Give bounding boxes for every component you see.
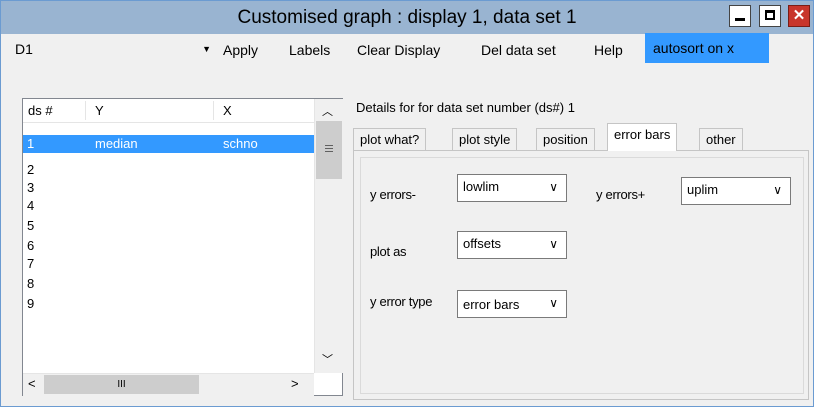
window-title: Customised graph : display 1, data set 1: [237, 7, 577, 28]
display-combo-value: D1: [15, 41, 33, 57]
horizontal-scrollbar[interactable]: < III >: [23, 373, 314, 396]
dataset-list[interactable]: ds # Y X 1 median schno 2 3 4 5 6 7 8 9 …: [22, 98, 343, 396]
scroll-down-icon[interactable]: ﹀: [322, 351, 333, 367]
display-combo[interactable]: D1 ▼: [15, 41, 211, 59]
y-errors-plus-value: uplim: [687, 182, 719, 197]
clear-display-menu[interactable]: Clear Display: [357, 41, 440, 61]
error-bars-panel: y errors- lowlim ∨ y errors+ uplim ∨ plo…: [360, 157, 804, 394]
close-icon: ✕: [792, 7, 806, 24]
y-error-type-value: error bars: [463, 297, 520, 312]
tab-other[interactable]: other: [699, 128, 743, 150]
row-y: median: [95, 136, 138, 151]
row-x: schno: [223, 136, 258, 151]
scroll-right-icon[interactable]: >: [291, 376, 299, 391]
details-group-label: Details for for data set number (ds#) 1: [356, 100, 575, 115]
column-header-ds[interactable]: ds #: [28, 103, 53, 118]
list-row-6[interactable]: 6: [23, 237, 314, 255]
list-row-3[interactable]: 3: [23, 179, 314, 197]
list-row-4[interactable]: 4: [23, 197, 314, 215]
tab-plot-style[interactable]: plot style: [452, 128, 518, 150]
row-ds: 3: [27, 180, 35, 195]
y-error-type-select[interactable]: error bars ∨: [457, 290, 567, 318]
minimize-button[interactable]: [729, 5, 751, 27]
labels-menu[interactable]: Labels: [289, 41, 330, 61]
close-button[interactable]: ✕: [788, 5, 810, 27]
list-row-5[interactable]: 5: [23, 217, 314, 235]
apply-menu[interactable]: Apply: [223, 41, 258, 61]
horizontal-scroll-thumb[interactable]: III: [44, 375, 199, 394]
chevron-down-icon: ∨: [549, 237, 558, 251]
del-data-set-menu[interactable]: Del data set: [481, 41, 556, 61]
maximize-icon: [765, 10, 775, 20]
row-ds: 4: [27, 198, 35, 213]
grip-icon: III: [117, 379, 126, 390]
plot-as-select[interactable]: offsets ∨: [457, 231, 567, 259]
column-header-x[interactable]: X: [223, 103, 232, 118]
autosort-button[interactable]: autosort on x: [645, 33, 769, 63]
chevron-down-icon: ∨: [773, 183, 782, 197]
list-row-2[interactable]: 2: [23, 161, 314, 179]
scroll-up-icon[interactable]: ︿: [322, 103, 333, 119]
row-ds: 8: [27, 276, 35, 291]
plot-as-value: offsets: [463, 236, 502, 251]
tab-error-bars[interactable]: error bars: [607, 123, 678, 151]
column-divider[interactable]: [85, 101, 86, 120]
row-ds: 2: [27, 162, 35, 177]
list-row-7[interactable]: 7: [23, 255, 314, 273]
chevron-down-icon: ∨: [549, 296, 558, 310]
row-ds: 9: [27, 296, 35, 311]
graph-window: Customised graph : display 1, data set 1…: [0, 0, 814, 407]
y-errors-minus-label: y errors-: [370, 187, 416, 202]
tab-position[interactable]: position: [536, 128, 595, 150]
list-header: ds # Y X: [23, 99, 314, 123]
chevron-down-icon: ∨: [549, 180, 558, 194]
y-errors-plus-label: y errors+: [596, 187, 645, 202]
y-errors-minus-value: lowlim: [463, 179, 500, 194]
scroll-left-icon[interactable]: <: [28, 376, 36, 391]
y-error-type-label: y error type: [370, 294, 433, 309]
row-ds: 7: [27, 256, 35, 271]
row-ds: 6: [27, 238, 35, 253]
minimize-icon: [735, 18, 745, 21]
list-row-8[interactable]: 8: [23, 275, 314, 293]
maximize-button[interactable]: [759, 5, 781, 27]
dropdown-arrow-icon: ▼: [202, 44, 211, 54]
list-row-9[interactable]: 9: [23, 295, 314, 313]
vertical-scrollbar[interactable]: ︿ ﹀: [314, 99, 343, 373]
grip-icon: [325, 145, 333, 146]
column-divider[interactable]: [213, 101, 214, 120]
list-row-1[interactable]: 1 median schno: [23, 135, 314, 153]
row-ds: 1: [27, 136, 35, 151]
tab-plot-what[interactable]: plot what?: [353, 128, 427, 150]
y-errors-minus-select[interactable]: lowlim ∨: [457, 174, 567, 202]
y-errors-plus-select[interactable]: uplim ∨: [681, 177, 791, 205]
title-bar[interactable]: Customised graph : display 1, data set 1…: [1, 1, 813, 34]
help-menu[interactable]: Help: [594, 41, 623, 61]
column-header-y[interactable]: Y: [95, 103, 104, 118]
vertical-scroll-thumb[interactable]: [316, 121, 342, 179]
row-ds: 5: [27, 218, 35, 233]
plot-as-label: plot as: [370, 244, 407, 259]
